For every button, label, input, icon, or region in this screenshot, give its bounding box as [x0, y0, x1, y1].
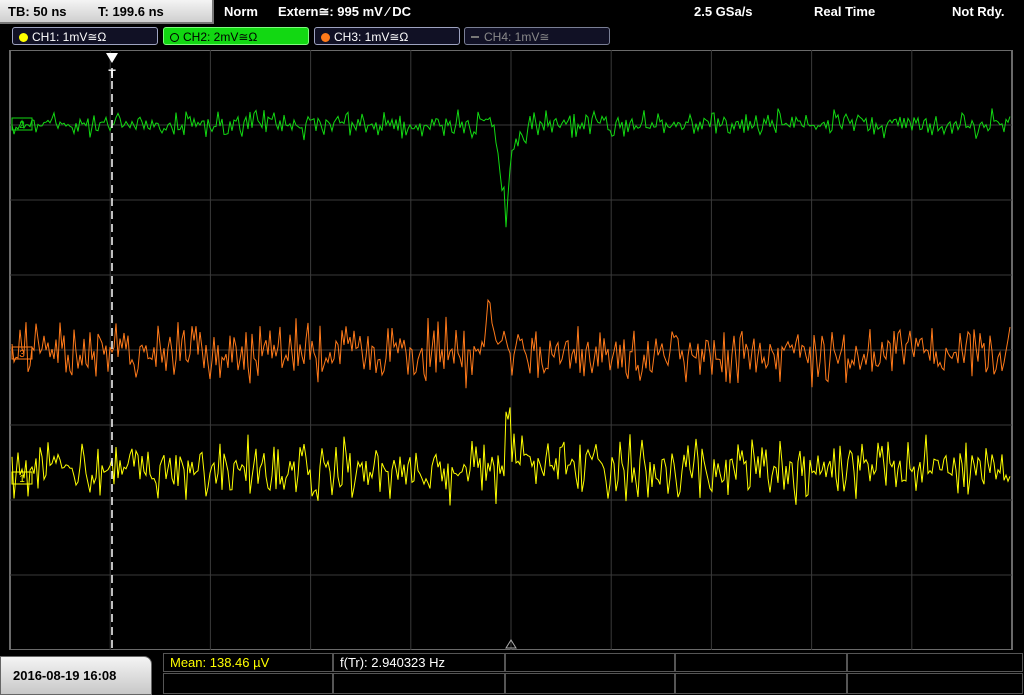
trigger-marker-label: T — [108, 67, 116, 81]
channel-4-label: CH4: 1mV≅ — [484, 30, 550, 44]
measurement-slot-6[interactable] — [163, 673, 333, 694]
freq-measurement[interactable]: f(Tr): 2.940323 Hz — [333, 653, 505, 672]
waveform-canvas[interactable]: T 2 3 1 — [0, 50, 1024, 650]
status-bar: TB: 50 ns T: 199.6 ns Norm Extern≅: 995 … — [0, 0, 1024, 25]
measurement-slot-4[interactable] — [675, 653, 847, 672]
svg-text:1: 1 — [19, 474, 25, 485]
ready-state: Not Rdy. — [952, 4, 1005, 19]
channel-2-button[interactable]: CH2: 2mV≅Ω — [163, 27, 309, 45]
timebase-value: TB: 50 ns — [8, 4, 67, 19]
measurement-slot-9[interactable] — [675, 673, 847, 694]
measurement-slot-5[interactable] — [847, 653, 1023, 672]
channel-4-button[interactable]: CH4: 1mV≅ — [464, 27, 610, 45]
channel-1-button[interactable]: CH1: 1mV≅Ω — [12, 27, 158, 45]
mean-measurement[interactable]: Mean: 138.46 µV — [163, 653, 333, 672]
svg-text:3: 3 — [19, 349, 25, 360]
svg-text:2: 2 — [19, 120, 25, 131]
channel-3-dot-icon — [321, 33, 330, 42]
channel-1-dot-icon — [19, 33, 28, 42]
acquisition-mode: Real Time — [814, 4, 876, 19]
channel-1-label: CH1: 1mV≅Ω — [32, 30, 107, 44]
channel-3-label: CH3: 1mV≅Ω — [334, 30, 409, 44]
channel-2-dot-icon — [170, 33, 179, 42]
channel-2-label: CH2: 2mV≅Ω — [183, 30, 258, 44]
measurement-slot-3[interactable] — [505, 653, 675, 672]
sample-rate: 2.5 GSa/s — [694, 4, 753, 19]
channel-4-off-icon — [471, 36, 479, 38]
measurement-slot-8[interactable] — [505, 673, 675, 694]
channel-3-button[interactable]: CH3: 1mV≅Ω — [314, 27, 460, 45]
measurement-panel: Mean: 138.46 µV f(Tr): 2.940323 Hz — [163, 652, 1024, 695]
waveform-display[interactable]: T 2 3 1 — [0, 50, 1024, 650]
trigger-time-value: T: 199.6 ns — [98, 4, 164, 19]
mean-measurement-label: Mean: 138.46 µV — [170, 655, 270, 670]
channel-bar: CH1: 1mV≅Ω CH2: 2mV≅Ω CH3: 1mV≅Ω CH4: 1m… — [0, 24, 1024, 50]
measurement-slot-10[interactable] — [847, 673, 1023, 694]
trigger-mode[interactable]: Norm — [224, 4, 258, 19]
measurement-slot-7[interactable] — [333, 673, 505, 694]
timebase-panel[interactable]: TB: 50 ns T: 199.6 ns — [0, 0, 214, 24]
trigger-source[interactable]: Extern≅: 995 mV ⁄ DC — [278, 4, 411, 20]
acquisition-panel: Norm Extern≅: 995 mV ⁄ DC 2.5 GSa/s Real… — [216, 0, 1024, 25]
datetime-display: 2016-08-19 16:08 — [0, 656, 152, 695]
freq-measurement-label: f(Tr): 2.940323 Hz — [340, 655, 446, 670]
